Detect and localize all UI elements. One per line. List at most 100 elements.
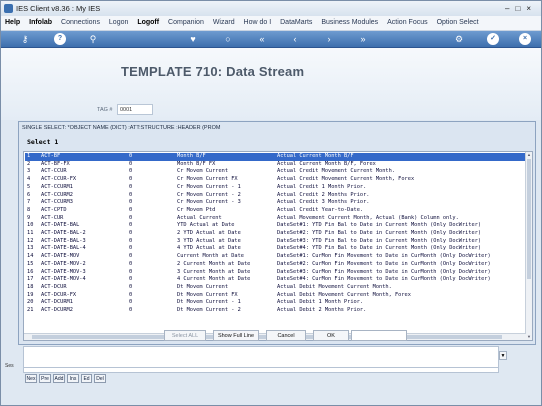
detail-field-lower (23, 368, 499, 373)
menu-action-focus[interactable]: Action Focus (387, 16, 427, 30)
row-short-description: Cr Movem Current - 2 (177, 191, 241, 198)
row-code: ACT-BF-FX (41, 160, 70, 167)
row-code: ACT-CPTD (41, 206, 67, 213)
help-icon[interactable]: ? (54, 33, 66, 45)
row-value: 0 (129, 307, 133, 313)
row-short-description: Dt Movem Current - 1 (177, 299, 241, 306)
row-full-description: DateSet#4: YTD Fin Bal to Date in Curren… (277, 245, 482, 252)
list-item[interactable]: 7 ACT-CCURM3 0 Cr Movem Current - 3 Actual C… (25, 199, 525, 207)
insert-button[interactable]: Ins (67, 374, 79, 383)
row-number: 13 (27, 245, 34, 252)
row-number: 4 (27, 176, 31, 183)
row-short-description: Month B/F FX (177, 160, 216, 167)
row-short-description: Cr Movem Ptd (177, 206, 216, 213)
rewind-icon[interactable]: « (256, 33, 268, 45)
next-button[interactable]: Nex (25, 374, 37, 383)
window-title: IES Client v8.36 : My IES (16, 4, 101, 13)
row-full-description: Actual Credit 2 Months Prior. (277, 191, 370, 198)
menu-logon[interactable]: Logon (109, 16, 128, 30)
list-item[interactable]: 18 ACT-DCUR 0 Dt Movem Current Actual Debit … (25, 284, 525, 292)
scroll-down-icon[interactable]: ▼ (526, 334, 532, 340)
list-item[interactable]: 13 ACT-DATE-BAL-4 0 4 YTD Actual at Date Dat… (25, 245, 525, 253)
row-value: 0 (129, 291, 133, 298)
minimize-button[interactable]: – (505, 4, 515, 13)
edit-button[interactable]: Ed (81, 374, 92, 383)
list-item[interactable]: 9 ACT-CUR 0 Actual Current Actual Movement C… (25, 215, 525, 223)
row-value: 0 (129, 168, 133, 175)
menu-business-modules[interactable]: Business Modules (321, 16, 378, 30)
row-value: 0 (129, 222, 133, 229)
fast-forward-icon[interactable]: » (357, 33, 369, 45)
menu-wizard[interactable]: Wizard (213, 16, 235, 30)
list-item[interactable]: 10 ACT-DATE-BAL 0 YTD Actual at Date DateSet… (25, 222, 525, 230)
menu-logoff[interactable]: Logoff (137, 16, 159, 30)
row-code: ACT-CCURM2 (41, 191, 73, 198)
search-icon[interactable]: ⚲ (87, 33, 99, 45)
list-item[interactable]: 2 ACT-BF-FX 0 Month B/F FX Actual Current Mo… (25, 161, 525, 169)
row-code: ACT-CUR (41, 214, 64, 221)
row-value: 0 (129, 176, 133, 183)
menu-companion[interactable]: Companion (168, 16, 204, 30)
menu-help[interactable]: Help (5, 16, 20, 30)
close-icon[interactable]: × (519, 33, 531, 45)
check-icon[interactable]: ✓ (487, 33, 499, 45)
window-controls: –□× (505, 1, 537, 16)
row-code: ACT-DATE-MOV-4 (41, 276, 86, 283)
list-item[interactable]: 17 ACT-DATE-MOV-4 0 4 Current Month at Date… (25, 276, 525, 284)
menu-how-do-i[interactable]: How do I (244, 16, 272, 30)
list-item[interactable]: 11 ACT-DATE-BAL-2 0 2 YTD Actual at Date Dat… (25, 230, 525, 238)
list-item[interactable]: 14 ACT-DATE-MOV 0 Current Month at Date Date… (25, 253, 525, 261)
row-number: 18 (27, 283, 34, 290)
list-item[interactable]: 3 ACT-CCUR 0 Cr Movem Current Actual Credit … (25, 168, 525, 176)
forward-icon[interactable]: › (323, 33, 335, 45)
delete-button[interactable]: Del (94, 374, 106, 383)
menu-infolab[interactable]: Infolab (29, 16, 52, 30)
previous-button[interactable]: Pre (39, 374, 51, 383)
scroll-thumb[interactable] (527, 159, 531, 279)
heart-icon[interactable]: ♥ (187, 33, 199, 45)
list-item[interactable]: 12 ACT-DATE-BAL-3 0 3 YTD Actual at Date Dat… (25, 238, 525, 246)
circle-icon[interactable]: ○ (222, 33, 234, 45)
list-item[interactable]: 19 ACT-DCUR-FX 0 Dt Movem Current FX Actual … (25, 292, 525, 300)
maximize-button[interactable]: □ (515, 4, 526, 13)
chevron-down-icon[interactable]: ▼ (499, 351, 507, 360)
row-value: 0 (129, 260, 133, 267)
gear-icon[interactable]: ⚙ (453, 33, 465, 45)
ok-button[interactable]: OK (313, 330, 349, 341)
list-item[interactable]: 21 ACT-DCURM2 0 Dt Movem Current - 2 Actual … (25, 307, 525, 315)
row-number: 9 (27, 214, 31, 221)
row-short-description: Cr Movem Current - 1 (177, 183, 241, 190)
row-number: 16 (27, 268, 34, 275)
row-short-description: 4 Current Month at Date (177, 276, 251, 283)
back-icon[interactable]: ‹ (289, 33, 301, 45)
list-item[interactable]: 16 ACT-DATE-MOV-3 0 3 Current Month at Date… (25, 269, 525, 277)
row-code: ACT-DATE-BAL (41, 222, 80, 229)
list-item[interactable]: 4 ACT-CCUR-FX 0 Cr Movem Current FX Actual C… (25, 176, 525, 184)
add-button[interactable]: Add (53, 374, 65, 383)
row-short-description: Month B/F (177, 153, 206, 159)
row-full-description: Actual Current Month B/F, Forex (277, 160, 376, 167)
close-window-button[interactable]: × (526, 4, 537, 13)
row-code: ACT-DATE-MOV (41, 253, 80, 260)
list-item[interactable]: 20 ACT-DCURM1 0 Dt Movem Current - 1 Actual … (25, 299, 525, 307)
show-full-line-button[interactable]: Show Full Line (213, 330, 259, 341)
detail-field[interactable] (23, 346, 499, 368)
key-icon[interactable]: ⚷ (19, 33, 31, 45)
cancel-button[interactable]: Cancel (266, 330, 306, 341)
menu-option-select[interactable]: Option Select (437, 16, 479, 30)
row-value: 0 (129, 268, 133, 275)
row-number: 21 (27, 307, 34, 313)
list-item[interactable]: 1 ACT-BF 0 Month B/F Actual Current Month B/… (25, 153, 525, 161)
menu-connections[interactable]: Connections (61, 16, 100, 30)
row-number: 8 (27, 206, 31, 213)
list-item[interactable]: 6 ACT-CCURM2 0 Cr Movem Current - 2 Actual C… (25, 192, 525, 200)
list-item[interactable]: 8 ACT-CPTD 0 Cr Movem Ptd Actual Credit Year… (25, 207, 525, 215)
menu-datamarts[interactable]: DataMarts (280, 16, 312, 30)
select-all-button[interactable]: Select ALL (164, 330, 206, 341)
list-item[interactable]: 5 ACT-CCURM1 0 Cr Movem Current - 1 Actual C… (25, 184, 525, 192)
select-number-input[interactable] (351, 330, 407, 341)
tag-input[interactable]: 0001 (117, 104, 153, 115)
row-code: ACT-DCURM2 (41, 307, 73, 313)
select-listbox[interactable]: ▲ ▼ 1 ACT-BF 0 Month B/F Actual Current Mont… (23, 151, 533, 341)
list-item[interactable]: 15 ACT-DATE-MOV-2 0 2 Current Month at Date… (25, 261, 525, 269)
